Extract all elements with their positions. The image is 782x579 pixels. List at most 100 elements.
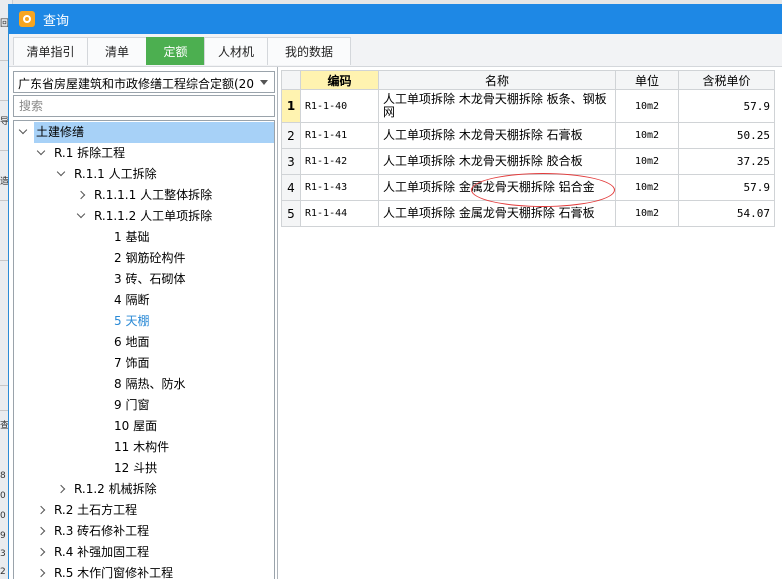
chevron-right-icon[interactable] (36, 547, 46, 557)
table-row[interactable]: 2 R1-1-41 人工单项拆除 木龙骨天棚拆除 石膏板 10m2 50.25 (281, 122, 775, 149)
code-cell[interactable]: R1-1-44 (300, 200, 379, 227)
tree-node[interactable]: 4 隔断 (14, 290, 274, 311)
price-cell[interactable]: 54.07 (678, 200, 775, 227)
name-cell[interactable]: 人工单项拆除 金属龙骨天棚拆除 铝合金 (378, 174, 616, 201)
tree-node[interactable]: 1 基础 (14, 227, 274, 248)
tree-node[interactable]: 7 饰面 (14, 353, 274, 374)
unit-cell[interactable]: 10m2 (615, 174, 679, 201)
tree-node-label: 3 砖、石砌体 (114, 272, 186, 286)
tree-node[interactable]: R.1.1.1 人工整体拆除 (14, 185, 274, 206)
dropdown-arrow-icon[interactable] (260, 80, 268, 85)
tree-node-label: R.2 土石方工程 (54, 503, 138, 517)
table-row[interactable]: 3 R1-1-42 人工单项拆除 木龙骨天棚拆除 胶合板 10m2 37.25 (281, 148, 775, 175)
tree-node[interactable]: 10 屋面 (14, 416, 274, 437)
chevron-right-icon[interactable] (76, 190, 86, 200)
price-cell[interactable]: 57.9 (678, 89, 775, 123)
code-cell[interactable]: R1-1-41 (300, 122, 379, 149)
unit-cell[interactable]: 10m2 (615, 89, 679, 123)
tree-node-label: 2 钢筋砼构件 (114, 251, 186, 265)
unit-cell[interactable]: 10m2 (615, 122, 679, 149)
tree-node[interactable]: 8 隔热、防水 (14, 374, 274, 395)
table-row[interactable]: 4 R1-1-43 人工单项拆除 金属龙骨天棚拆除 铝合金 10m2 57.9 (281, 174, 775, 201)
chevron-right-icon[interactable] (56, 484, 66, 494)
tree-node-label: 9 门窗 (114, 398, 150, 412)
tree-node[interactable]: 3 砖、石砌体 (14, 269, 274, 290)
code-cell[interactable]: R1-1-43 (300, 174, 379, 201)
tree-node[interactable]: R.2 土石方工程 (14, 500, 274, 521)
row-number-header (281, 70, 301, 90)
tree-node[interactable]: R.5 木作门窗修补工程 (14, 563, 274, 579)
tree-node[interactable]: 5 天棚 (14, 311, 274, 332)
chevron-down-icon[interactable] (76, 209, 86, 219)
column-header-unit[interactable]: 单位 (615, 70, 679, 90)
tree-node-label: 1 基础 (114, 230, 150, 244)
tree-node[interactable]: 2 钢筋砼构件 (14, 248, 274, 269)
tree-node[interactable]: R.1.2 机械拆除 (14, 479, 274, 500)
tree-node-label: R.1 拆除工程 (54, 146, 126, 160)
title-bar[interactable]: 查询 (9, 4, 782, 34)
chevron-right-icon[interactable] (36, 505, 46, 515)
name-cell[interactable]: 人工单项拆除 木龙骨天棚拆除 板条、钢板网 (378, 89, 616, 123)
chevron-down-icon[interactable] (56, 167, 66, 177)
tree-node-label: R.1.2 机械拆除 (74, 482, 157, 496)
row-number-cell[interactable]: 5 (281, 200, 301, 227)
name-cell[interactable]: 人工单项拆除 金属龙骨天棚拆除 石膏板 (378, 200, 616, 227)
column-header-price[interactable]: 含税单价 (678, 70, 775, 90)
tree-node[interactable]: 12 斗拱 (14, 458, 274, 479)
tree-node[interactable]: 土建修缮 (14, 122, 274, 143)
tree-node-label: 11 木构件 (114, 440, 170, 454)
tab-bill-guide[interactable]: 清单指引 (13, 37, 88, 65)
price-cell[interactable]: 37.25 (678, 148, 775, 175)
tree-node-label: 7 饰面 (114, 356, 150, 370)
tab-bar: 清单指引 清单 定额 人材机 我的数据 (9, 34, 782, 67)
tree-node[interactable]: R.3 砖石修补工程 (14, 521, 274, 542)
price-cell[interactable]: 57.9 (678, 174, 775, 201)
window-title: 查询 (43, 14, 70, 29)
tree-node[interactable]: R.1 拆除工程 (14, 143, 274, 164)
quota-library-select[interactable]: 广东省房屋建筑和市政修缮工程综合定额(2018) (13, 71, 275, 93)
row-number-cell[interactable]: 3 (281, 148, 301, 175)
tree-node-label: R.1.1.2 人工单项拆除 (94, 209, 213, 223)
tree-node[interactable]: 11 木构件 (14, 437, 274, 458)
column-header-name[interactable]: 名称 (378, 70, 616, 90)
query-window: 查询 清单指引 清单 定额 人材机 我的数据 广东省房屋建筑和市政修缮工程综合定… (8, 4, 782, 579)
price-cell[interactable]: 50.25 (678, 122, 775, 149)
row-number-cell[interactable]: 1 (281, 89, 301, 123)
chevron-right-icon[interactable] (36, 568, 46, 578)
chevron-down-icon[interactable] (36, 146, 46, 156)
search-input[interactable] (13, 95, 275, 117)
row-number-cell[interactable]: 4 (281, 174, 301, 201)
tree-node-label: R.5 木作门窗修补工程 (54, 566, 174, 579)
unit-cell[interactable]: 10m2 (615, 148, 679, 175)
name-cell[interactable]: 人工单项拆除 木龙骨天棚拆除 石膏板 (378, 122, 616, 149)
tab-quota[interactable]: 定额 (146, 37, 205, 65)
tree-node[interactable]: R.4 补强加固工程 (14, 542, 274, 563)
tree-node-label: R.1.1.1 人工整体拆除 (94, 188, 213, 202)
code-cell[interactable]: R1-1-42 (300, 148, 379, 175)
tree-node[interactable]: 9 门窗 (14, 395, 274, 416)
tree-node[interactable]: R.1.1.2 人工单项拆除 (14, 206, 274, 227)
table-row[interactable]: 1 R1-1-40 人工单项拆除 木龙骨天棚拆除 板条、钢板网 10m2 57.9 (281, 89, 775, 123)
table-row[interactable]: 5 R1-1-44 人工单项拆除 金属龙骨天棚拆除 石膏板 10m2 54.07 (281, 200, 775, 227)
tree-node-label: R.1.1 人工拆除 (74, 167, 157, 181)
chevron-down-icon[interactable] (18, 125, 28, 135)
tree-node-label: 8 隔热、防水 (114, 377, 186, 391)
tree-node-label: R.4 补强加固工程 (54, 545, 150, 559)
tab-bill[interactable]: 清单 (87, 37, 147, 65)
chevron-right-icon[interactable] (36, 526, 46, 536)
name-cell[interactable]: 人工单项拆除 木龙骨天棚拆除 胶合板 (378, 148, 616, 175)
tree-node-label: 12 斗拱 (114, 461, 158, 475)
row-number-cell[interactable]: 2 (281, 122, 301, 149)
tree-node-label: 10 屋面 (114, 419, 158, 433)
quota-library-value: 广东省房屋建筑和市政修缮工程综合定额(2018) (18, 77, 254, 91)
tree-node-label: R.3 砖石修补工程 (54, 524, 150, 538)
tab-labor-material-machine[interactable]: 人材机 (204, 37, 268, 65)
quota-grid: 编码 名称 单位 含税单价 1 R1-1-40 人工单项拆除 木龙骨天棚拆除 板条、… (281, 70, 782, 230)
unit-cell[interactable]: 10m2 (615, 200, 679, 227)
tree-node-label: 5 天棚 (114, 314, 150, 328)
tab-my-data[interactable]: 我的数据 (267, 37, 351, 65)
tree-node[interactable]: 6 地面 (14, 332, 274, 353)
code-cell[interactable]: R1-1-40 (300, 89, 379, 123)
tree-node[interactable]: R.1.1 人工拆除 (14, 164, 274, 185)
column-header-code[interactable]: 编码 (300, 70, 379, 90)
